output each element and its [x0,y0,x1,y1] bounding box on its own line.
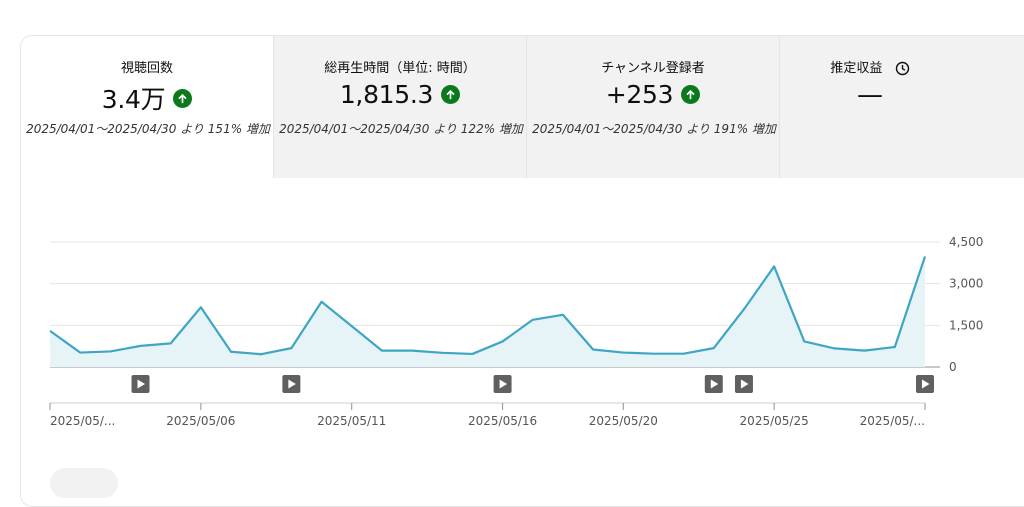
data-point [713,347,715,349]
x-tick-label: 2025/05/... [50,414,115,428]
y-tick-label: 1,500 [949,318,983,332]
chart-options-button[interactable] [50,468,118,498]
y-tick-label: 4,500 [949,235,983,249]
x-tick-label: 2025/05/06 [166,414,235,428]
data-point [320,301,322,303]
data-point [501,340,503,342]
video-published-marker[interactable] [704,375,723,393]
data-point [411,349,413,351]
data-point [773,265,775,267]
data-point [139,345,141,347]
data-point [743,308,745,310]
area-fill [50,256,925,367]
video-published-marker[interactable] [282,375,301,393]
data-point [290,347,292,349]
data-point [260,353,262,355]
data-point [592,348,594,350]
video-published-marker[interactable] [131,375,150,393]
video-published-marker[interactable] [734,375,753,393]
x-tick-label: 2025/05/... [860,414,925,428]
x-tick-label: 2025/05/16 [468,414,537,428]
y-tick-label: 3,000 [949,277,983,291]
data-point [562,314,564,316]
data-point [471,353,473,355]
x-tick-label: 2025/05/11 [317,414,386,428]
x-tick-label: 2025/05/25 [740,414,809,428]
data-point [200,306,202,308]
data-point [833,347,835,349]
data-point [682,352,684,354]
y-tick-label: 0 [949,360,957,374]
views-area-chart: 2025/05/... 2025/05/06 2025/05/11 2025/05/1… [49,235,983,428]
video-published-marker[interactable] [916,375,934,393]
data-point [924,255,926,257]
data-point [381,349,383,351]
video-published-marker[interactable] [493,375,512,393]
data-point [351,325,353,327]
data-point [532,319,534,321]
data-point [652,352,654,354]
data-point [230,351,232,353]
data-point [441,352,443,354]
data-point [894,346,896,348]
data-point [803,340,805,342]
data-point [622,351,624,353]
data-point [863,349,865,351]
data-point [169,342,171,344]
data-point [109,350,111,352]
data-point [79,351,81,353]
data-point [49,330,51,332]
x-tick-label: 2025/05/20 [589,414,658,428]
